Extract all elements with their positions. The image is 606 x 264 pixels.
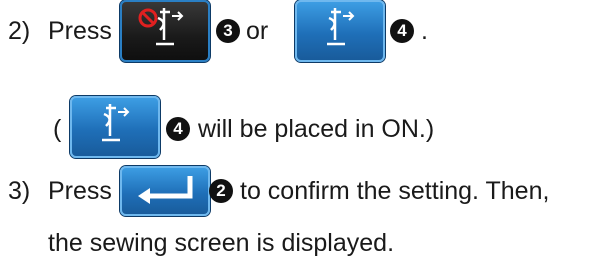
period-text: . bbox=[421, 17, 428, 45]
thread-trimmer-on-button-note[interactable] bbox=[70, 96, 160, 158]
thread-trimmer-on-button[interactable] bbox=[295, 0, 385, 62]
step-3-continuation: the sewing screen is displayed. bbox=[48, 229, 395, 257]
thread-trimmer-off-icon bbox=[138, 8, 184, 46]
step-3-text: to confirm the setting. Then, bbox=[240, 177, 550, 205]
thread-trimmer-off-button[interactable] bbox=[120, 0, 210, 62]
enter-button[interactable] bbox=[120, 166, 210, 216]
callout-badge-4: 4 bbox=[390, 19, 414, 43]
step-3-number: 3) bbox=[8, 177, 31, 205]
enter-key-icon bbox=[138, 176, 193, 204]
note-text: will be placed in ON.) bbox=[198, 115, 435, 143]
thread-trimmer-on-icon bbox=[102, 104, 130, 142]
callout-badge-3: 3 bbox=[216, 19, 240, 43]
step-3-press-text: Press bbox=[48, 177, 112, 205]
or-text: or bbox=[246, 17, 269, 45]
step-2-number: 2) bbox=[8, 17, 31, 45]
thread-trimmer-on-icon bbox=[327, 8, 355, 46]
callout-badge-4-note: 4 bbox=[166, 117, 190, 141]
step-2-press-text: Press bbox=[48, 17, 112, 45]
callout-badge-2: 2 bbox=[209, 179, 233, 203]
open-paren: ( bbox=[53, 115, 62, 143]
